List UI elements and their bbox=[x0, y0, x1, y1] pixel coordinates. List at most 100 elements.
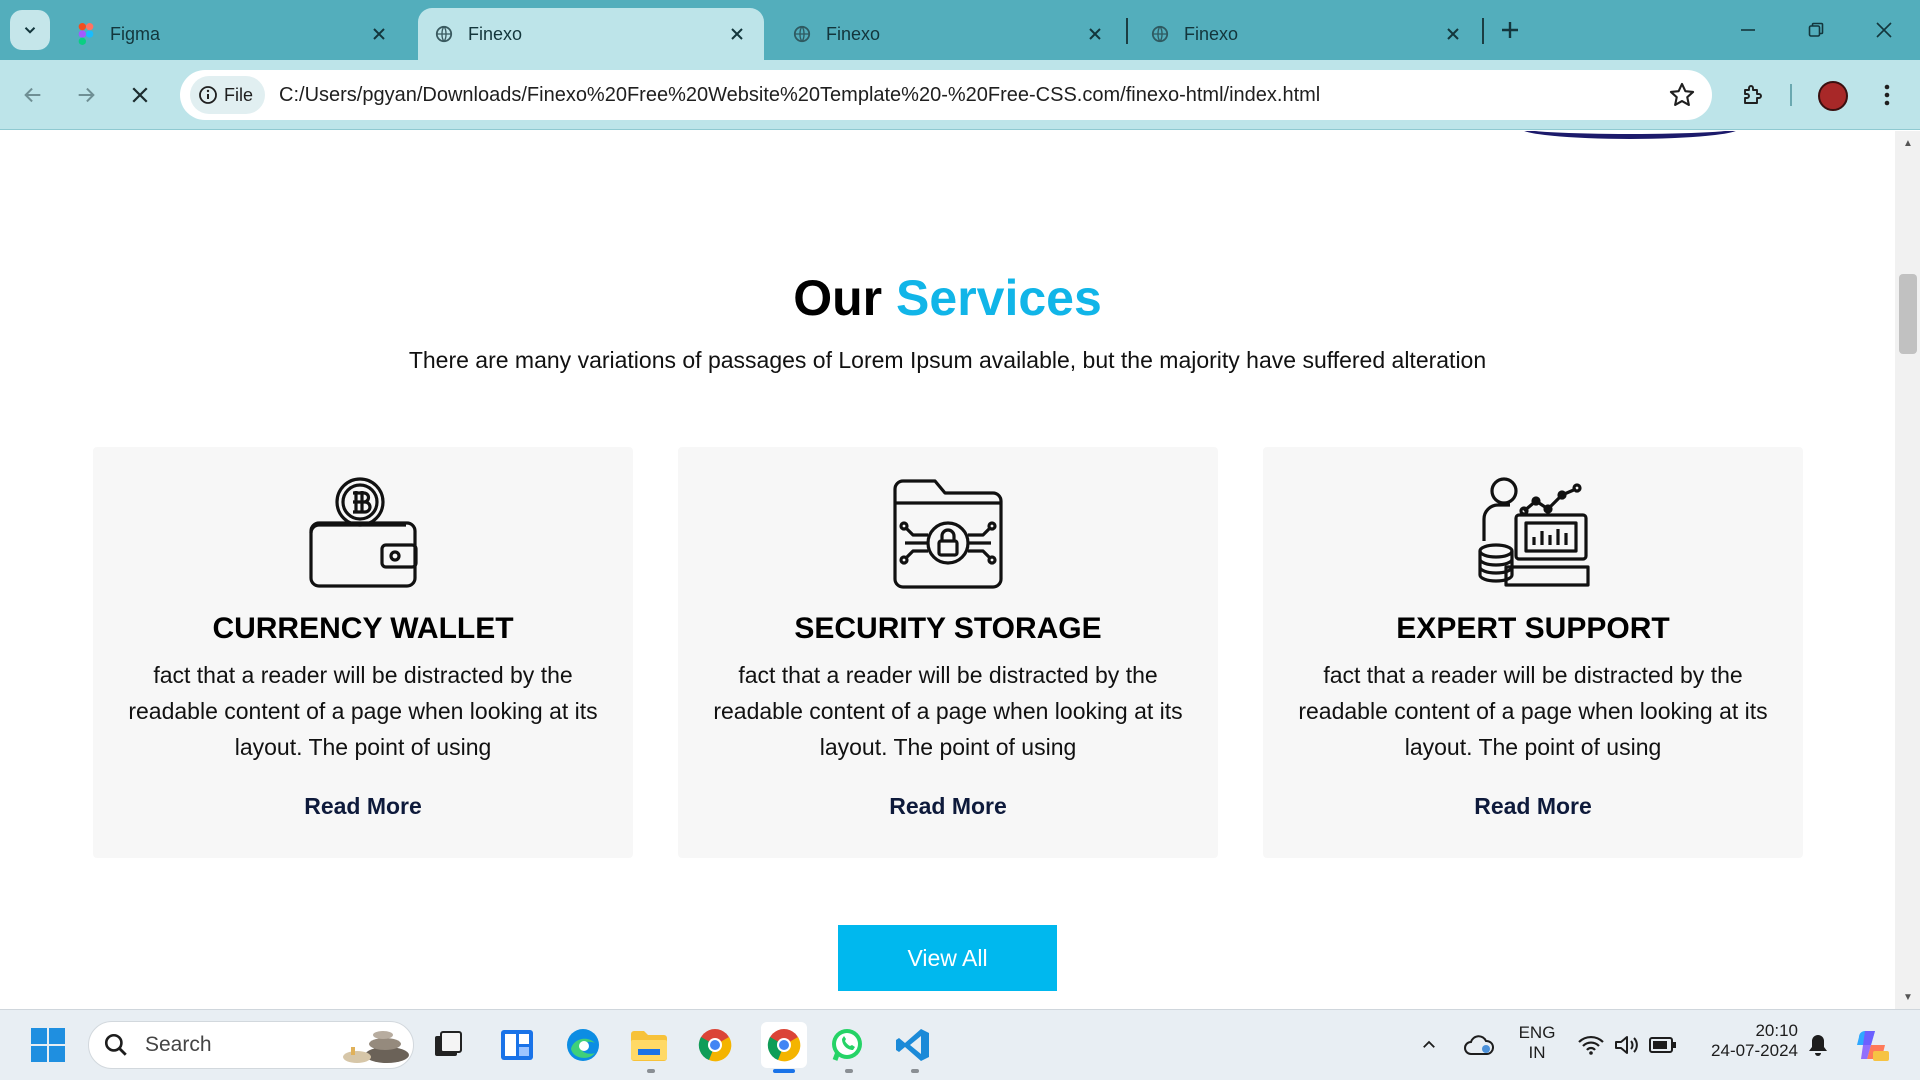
cloud-icon bbox=[1464, 1035, 1494, 1055]
chrome-icon bbox=[698, 1029, 732, 1062]
arrow-right-icon bbox=[78, 87, 95, 103]
language-region: IN bbox=[1528, 1043, 1546, 1062]
section-title: Our Services bbox=[0, 269, 1895, 327]
read-more-link[interactable]: Read More bbox=[1263, 793, 1803, 820]
close-icon bbox=[1876, 22, 1892, 38]
card-title: EXPERT SUPPORT bbox=[1396, 612, 1670, 645]
close-icon[interactable] bbox=[1084, 23, 1106, 45]
arrow-left-icon bbox=[24, 87, 41, 103]
new-tab-button[interactable] bbox=[1494, 14, 1526, 46]
browser-toolbar: File C:/Users/pgyan/Downloads/Finexo%20F… bbox=[0, 60, 1920, 130]
start-button[interactable] bbox=[28, 1025, 68, 1065]
restore-button[interactable] bbox=[1794, 12, 1838, 48]
edge-browser-icon bbox=[567, 1029, 599, 1061]
widgets-icon bbox=[501, 1030, 533, 1060]
browser-menu-button[interactable] bbox=[1868, 76, 1906, 114]
scroll-up-arrow-icon[interactable]: ▲ bbox=[1898, 135, 1918, 151]
taskbar-search[interactable]: Search bbox=[88, 1021, 414, 1069]
clock[interactable]: 20:10 24-07-2024 bbox=[1692, 1021, 1798, 1061]
title-accent: Services bbox=[896, 270, 1102, 326]
copilot-icon bbox=[1857, 1031, 1889, 1061]
bitcoin-wallet-icon bbox=[309, 477, 418, 588]
show-hidden-icons-button[interactable] bbox=[1409, 1025, 1449, 1065]
wifi-icon bbox=[1578, 1035, 1604, 1055]
language-indicator[interactable]: ENG IN bbox=[1510, 1023, 1564, 1063]
profile-avatar[interactable] bbox=[1818, 81, 1848, 111]
taskbar-app-edge[interactable] bbox=[563, 1025, 603, 1065]
card-text: fact that a reader will be distracted by… bbox=[128, 662, 598, 760]
puzzle-icon bbox=[1744, 85, 1762, 104]
close-window-button[interactable] bbox=[1862, 12, 1906, 48]
taskbar-app-file-explorer[interactable] bbox=[629, 1025, 669, 1065]
address-bar[interactable]: File C:/Users/pgyan/Downloads/Finexo%20F… bbox=[180, 70, 1712, 120]
taskbar-app-chrome-active[interactable] bbox=[761, 1022, 807, 1068]
language-code: ENG bbox=[1518, 1023, 1556, 1042]
bookmark-star-icon[interactable] bbox=[1668, 81, 1696, 109]
card-text: fact that a reader will be distracted by… bbox=[713, 662, 1183, 760]
notification-button[interactable] bbox=[1801, 1025, 1835, 1065]
search-icon bbox=[104, 1033, 127, 1056]
forward-button[interactable] bbox=[67, 76, 105, 114]
tab-separator bbox=[1126, 18, 1128, 44]
volume-tray-icon[interactable] bbox=[1610, 1025, 1644, 1065]
tab-title: Finexo bbox=[1184, 23, 1239, 44]
clock-time: 20:10 bbox=[1755, 1021, 1798, 1040]
minimize-button[interactable] bbox=[1726, 12, 1770, 48]
battery-icon bbox=[1649, 1037, 1676, 1053]
card-title: SECURITY STORAGE bbox=[794, 612, 1102, 645]
scroll-down-arrow-icon[interactable]: ▼ bbox=[1898, 989, 1918, 1005]
onedrive-tray-icon[interactable] bbox=[1459, 1025, 1499, 1065]
chevron-up-icon bbox=[1423, 1040, 1435, 1048]
more-vertical-icon bbox=[1884, 84, 1890, 106]
taskbar-app-task-view[interactable] bbox=[428, 1025, 468, 1065]
close-icon bbox=[132, 87, 148, 103]
task-view-icon bbox=[435, 1031, 462, 1056]
vscode-icon bbox=[896, 1029, 929, 1061]
expert-analytics-icon bbox=[1478, 477, 1590, 587]
url-text[interactable]: C:/Users/pgyan/Downloads/Finexo%20Free%2… bbox=[279, 84, 1320, 107]
read-more-link[interactable]: Read More bbox=[93, 793, 633, 820]
chevron-down-icon bbox=[24, 27, 36, 34]
view-all-button[interactable]: View All bbox=[838, 925, 1057, 991]
card-title: CURRENCY WALLET bbox=[212, 612, 514, 645]
tab-figma[interactable]: Figma bbox=[60, 8, 406, 60]
read-more-link[interactable]: Read More bbox=[678, 793, 1218, 820]
tab-finexo-2[interactable]: Finexo bbox=[776, 8, 1122, 60]
battery-tray-icon[interactable] bbox=[1646, 1025, 1680, 1065]
windows-logo-icon bbox=[31, 1028, 65, 1062]
taskbar-app-widgets[interactable] bbox=[497, 1025, 537, 1065]
scrollbar-thumb[interactable] bbox=[1899, 274, 1917, 354]
copilot-button[interactable] bbox=[1851, 1025, 1891, 1065]
figma-icon bbox=[76, 23, 96, 45]
service-card-currency-wallet: CURRENCY WALLET fact that a reader will … bbox=[93, 447, 633, 858]
minimize-icon bbox=[1741, 29, 1755, 31]
globe-icon bbox=[792, 24, 812, 44]
close-icon[interactable] bbox=[368, 23, 390, 45]
wifi-tray-icon[interactable] bbox=[1574, 1025, 1608, 1065]
page-scrollbar[interactable] bbox=[1895, 131, 1920, 1009]
active-indicator bbox=[773, 1069, 795, 1073]
stop-loading-button[interactable] bbox=[121, 76, 159, 114]
taskbar-app-whatsapp[interactable] bbox=[827, 1025, 867, 1065]
close-icon[interactable] bbox=[1442, 23, 1464, 45]
toolbar-separator bbox=[1790, 84, 1792, 106]
back-button[interactable] bbox=[14, 76, 52, 114]
tab-search-button[interactable] bbox=[10, 10, 50, 50]
extensions-button[interactable] bbox=[1734, 76, 1772, 114]
site-info-chip[interactable]: File bbox=[190, 76, 266, 114]
running-indicator bbox=[845, 1069, 853, 1073]
folder-icon bbox=[631, 1031, 667, 1061]
hero-decoration bbox=[1520, 131, 1740, 139]
close-icon[interactable] bbox=[726, 23, 748, 45]
tab-finexo-active[interactable]: Finexo bbox=[418, 8, 764, 60]
taskbar-app-chrome[interactable] bbox=[695, 1025, 735, 1065]
tab-finexo-3[interactable]: Finexo bbox=[1134, 8, 1480, 60]
title-main: Our bbox=[793, 270, 883, 326]
chrome-icon bbox=[767, 1029, 801, 1062]
restore-icon bbox=[1808, 22, 1824, 37]
info-icon bbox=[199, 86, 217, 104]
running-indicator bbox=[911, 1069, 919, 1073]
tab-title: Finexo bbox=[826, 23, 881, 44]
taskbar-app-vscode[interactable] bbox=[893, 1025, 933, 1065]
tab-title: Finexo bbox=[468, 23, 523, 44]
